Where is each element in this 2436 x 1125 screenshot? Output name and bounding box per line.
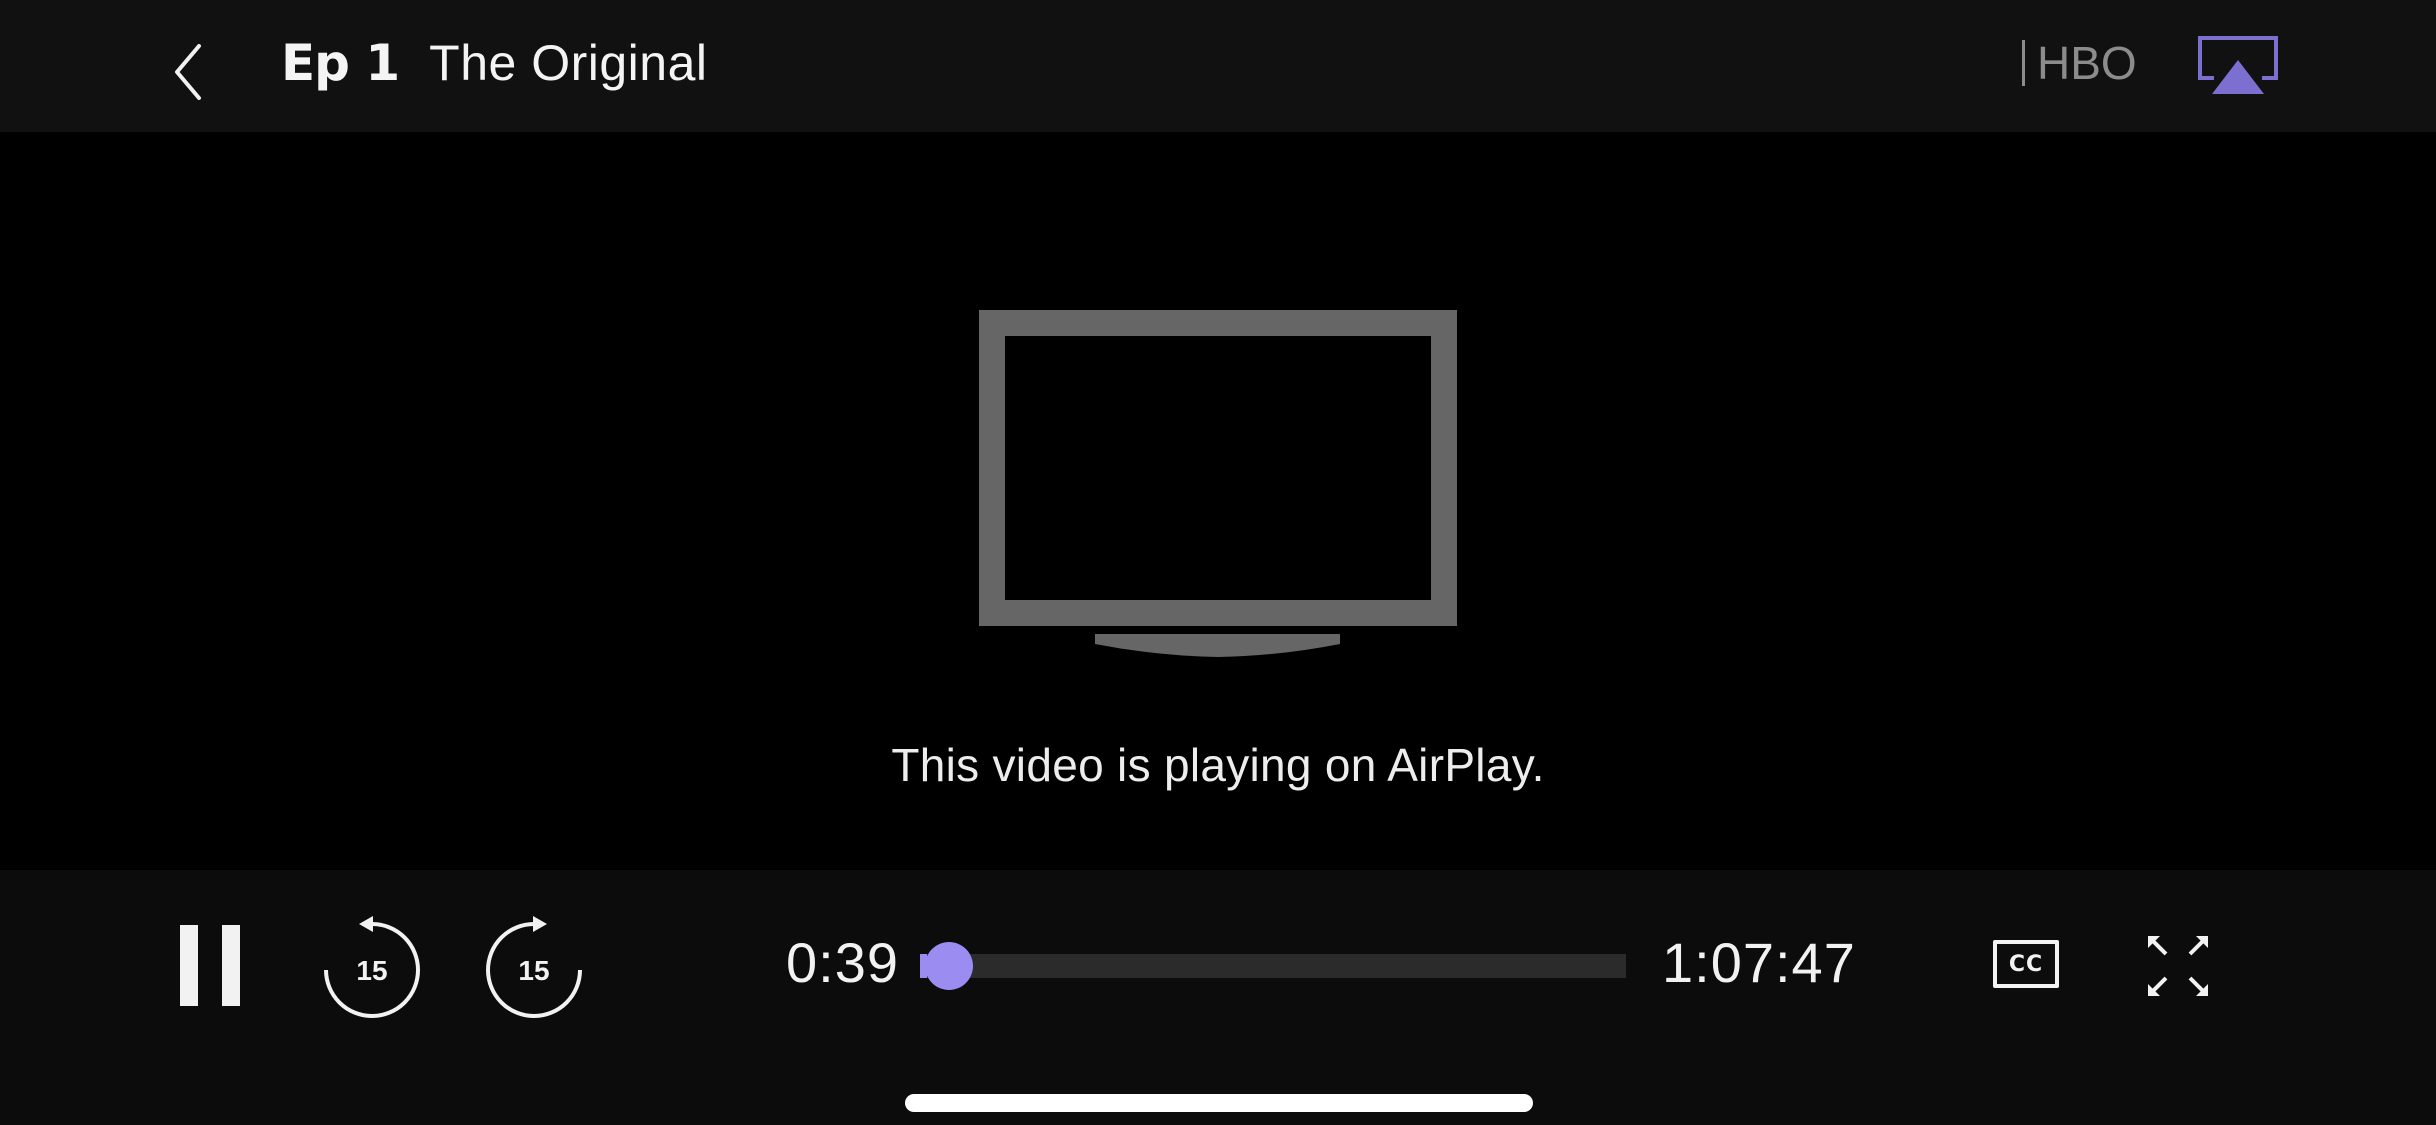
forward-15-button[interactable]: 15	[479, 915, 589, 1025]
progress-thumb[interactable]	[924, 942, 973, 990]
airplay-icon	[2198, 36, 2278, 94]
airplay-status-message: This video is playing on AirPlay.	[891, 739, 1545, 791]
forward-seconds: 15	[518, 955, 550, 986]
back-button[interactable]	[160, 30, 216, 110]
home-indicator[interactable]	[905, 1094, 1533, 1112]
fullscreen-button[interactable]	[2140, 928, 2216, 1004]
cc-label: CC	[2008, 951, 2044, 977]
current-time: 0:39	[786, 931, 899, 994]
episode-number: Ep 1	[281, 34, 400, 92]
episode-title: The Original	[429, 35, 708, 91]
rewind-15-button[interactable]: 15	[317, 915, 427, 1025]
closed-captions-button[interactable]: CC	[1993, 940, 2059, 988]
network-name: HBO	[2037, 37, 2137, 89]
episode-heading: Ep 1 The Original	[281, 28, 708, 98]
fullscreen-icon	[2148, 936, 2208, 996]
player-header: Ep 1 The Original HBO	[0, 0, 2436, 132]
rewind-seconds: 15	[356, 955, 388, 986]
brand-divider	[2022, 40, 2025, 86]
network-brand: HBO	[2022, 30, 2137, 96]
tv-icon	[979, 310, 1457, 664]
airplay-button[interactable]	[2192, 30, 2284, 100]
chevron-left-icon	[175, 44, 201, 100]
progress-track[interactable]	[920, 954, 1626, 978]
pause-button[interactable]	[170, 915, 250, 1015]
total-duration: 1:07:47	[1662, 931, 1856, 994]
